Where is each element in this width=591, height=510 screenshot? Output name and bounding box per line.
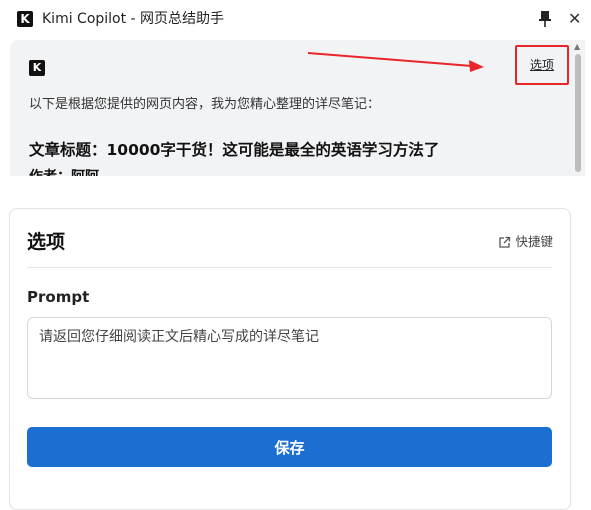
options-link[interactable]: 选项 <box>515 45 569 85</box>
summary-scrollbar[interactable]: ▲ <box>571 40 585 176</box>
options-card: 选项 快捷键 Prompt 请返回您仔细阅读正文后精心写成的详尽笔记 保存 <box>9 208 571 510</box>
close-icon[interactable]: ✕ <box>568 9 581 29</box>
divider <box>27 267 552 268</box>
save-button[interactable]: 保存 <box>27 427 552 467</box>
external-link-icon <box>499 236 511 248</box>
pin-icon[interactable] <box>537 10 553 28</box>
kimi-logo-icon: K <box>17 11 33 27</box>
article-title: 文章标题：10000字干货！这可能是最全的英语学习方法了 <box>29 141 440 159</box>
scrollbar-thumb[interactable] <box>575 54 581 172</box>
shortcut-link[interactable]: 快捷键 <box>498 233 553 251</box>
summary-panel: K 选项 以下是根据您提供的网页内容，我为您精心整理的详尽笔记： 文章标题：10… <box>10 40 580 176</box>
prompt-input[interactable]: 请返回您仔细阅读正文后精心写成的详尽笔记 <box>27 317 552 399</box>
title-bar: K Kimi Copilot - 网页总结助手 ✕ <box>0 0 591 38</box>
kimi-badge-icon: K <box>29 60 45 76</box>
scroll-up-icon[interactable]: ▲ <box>574 42 580 52</box>
options-title: 选项 <box>27 231 66 253</box>
shortcut-label: 快捷键 <box>515 234 553 249</box>
author-line: 作者：阿阿 <box>29 168 99 176</box>
prompt-label: Prompt <box>27 288 90 306</box>
window-title: Kimi Copilot - 网页总结助手 <box>42 11 225 27</box>
summary-intro: 以下是根据您提供的网页内容，我为您精心整理的详尽笔记： <box>29 97 381 112</box>
